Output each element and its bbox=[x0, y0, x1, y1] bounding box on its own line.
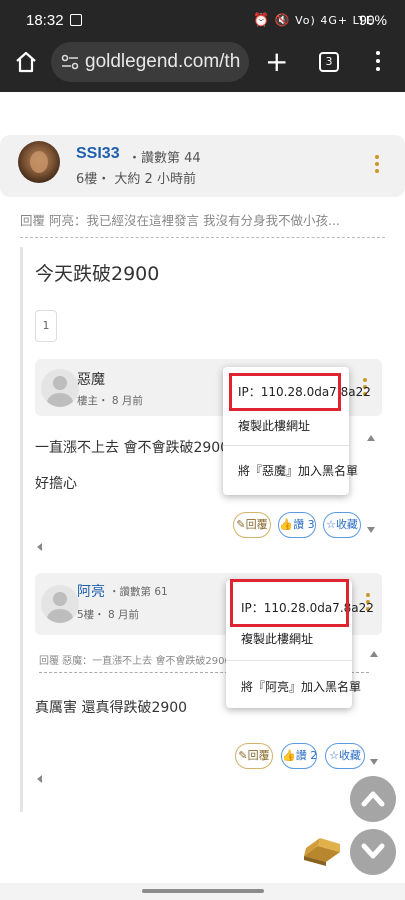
avatar[interactable] bbox=[18, 141, 60, 183]
reply-button[interactable]: ✎回覆 bbox=[233, 512, 271, 538]
home-icon[interactable] bbox=[14, 50, 38, 74]
network-icons: ⏰ 🔇 Vo) 4G+ LTE bbox=[253, 13, 374, 28]
reply-button[interactable]: ✎回覆 bbox=[235, 743, 273, 769]
menu-divider bbox=[223, 445, 349, 446]
scroll-down-arrow[interactable] bbox=[367, 527, 375, 533]
blacklist-item[interactable]: 將『惡魔』加入黑名單 bbox=[238, 462, 358, 479]
scroll-left-arrow[interactable] bbox=[37, 543, 42, 551]
scroll-down-arrow[interactable] bbox=[370, 759, 378, 765]
favorite-button[interactable]: ☆收藏 bbox=[323, 512, 361, 538]
like-button[interactable]: 👍讚 3 bbox=[278, 512, 316, 538]
tab-switcher-button[interactable]: 3 bbox=[319, 52, 339, 72]
comment-author[interactable]: 惡魔 bbox=[77, 369, 105, 389]
status-bar: 18:32 ⏰ 🔇 Vo) 4G+ LTE 90% bbox=[0, 0, 405, 40]
browser-menu-icon[interactable] bbox=[374, 51, 382, 73]
mute-icon: 🔇 bbox=[274, 13, 291, 27]
menu-divider bbox=[226, 660, 352, 661]
comment-text-line: 一直漲不上去 會不會跌破2900 bbox=[35, 440, 230, 456]
battery-level: 90% bbox=[358, 12, 387, 28]
chevron-up-icon bbox=[361, 791, 385, 807]
gold-bar-icon[interactable] bbox=[300, 832, 342, 868]
thread-title[interactable]: 今天跌破2900 bbox=[35, 259, 159, 286]
comment-author[interactable]: 阿亮 bbox=[77, 581, 105, 601]
copy-link-item[interactable]: 複製此樓網址 bbox=[241, 630, 313, 647]
post-meta: 6樓・ 大約 2 小時前 bbox=[76, 172, 196, 187]
page-button[interactable]: 1 bbox=[35, 310, 57, 342]
highlight-box bbox=[229, 373, 341, 411]
poster-name[interactable]: SSI33 bbox=[76, 145, 120, 163]
scroll-top-button[interactable] bbox=[350, 776, 396, 822]
browser-toolbar: goldlegend.com/th + 3 bbox=[0, 40, 405, 92]
new-tab-button[interactable]: + bbox=[265, 48, 288, 76]
comment-meta: 樓主・ 8 月前 bbox=[77, 395, 143, 407]
scroll-left-arrow[interactable] bbox=[37, 775, 42, 783]
poster-like-rank: ・讚數第 44 bbox=[128, 151, 201, 166]
address-bar[interactable]: goldlegend.com/th bbox=[51, 42, 249, 82]
reply-quote: 回覆 阿亮：我已經沒在這裡發言 我沒有分身我不做小孩... bbox=[20, 210, 385, 238]
chevron-down-icon bbox=[361, 843, 385, 859]
status-time: 18:32 bbox=[26, 12, 64, 29]
comment-like-rank: ・讚數第 61 bbox=[109, 586, 168, 598]
copy-link-item[interactable]: 複製此樓網址 bbox=[238, 417, 310, 434]
like-button[interactable]: 👍讚 2 bbox=[281, 743, 317, 769]
post-header: SSI33 ・讚數第 44 6樓・ 大約 2 小時前 bbox=[0, 135, 405, 197]
home-indicator[interactable] bbox=[142, 889, 264, 893]
post-more-icon[interactable] bbox=[374, 155, 380, 175]
highlight-box bbox=[230, 579, 349, 627]
blacklist-item[interactable]: 將『阿亮』加入黑名單 bbox=[241, 678, 361, 695]
comment-meta: 5樓・ 8 月前 bbox=[77, 609, 140, 621]
photo-icon bbox=[70, 14, 82, 26]
comment-text-line: 好擔心 bbox=[35, 476, 77, 492]
avatar[interactable] bbox=[41, 585, 79, 623]
scroll-bottom-button[interactable] bbox=[350, 829, 396, 875]
favorite-button[interactable]: ☆收藏 bbox=[325, 743, 365, 769]
scroll-up-arrow[interactable] bbox=[367, 435, 375, 441]
avatar[interactable] bbox=[41, 369, 79, 407]
quoted-thread: 今天跌破2900 1 惡魔 樓主・ 8 月前 一直漲不上去 會不會跌破2900 … bbox=[20, 247, 385, 812]
site-settings-icon[interactable] bbox=[61, 54, 79, 70]
scroll-up-arrow[interactable] bbox=[370, 651, 378, 657]
alarm-icon: ⏰ bbox=[253, 13, 271, 28]
comment-text-line: 真厲害 還真得跌破2900 bbox=[35, 700, 188, 716]
url-text: goldlegend.com/th bbox=[85, 51, 241, 72]
